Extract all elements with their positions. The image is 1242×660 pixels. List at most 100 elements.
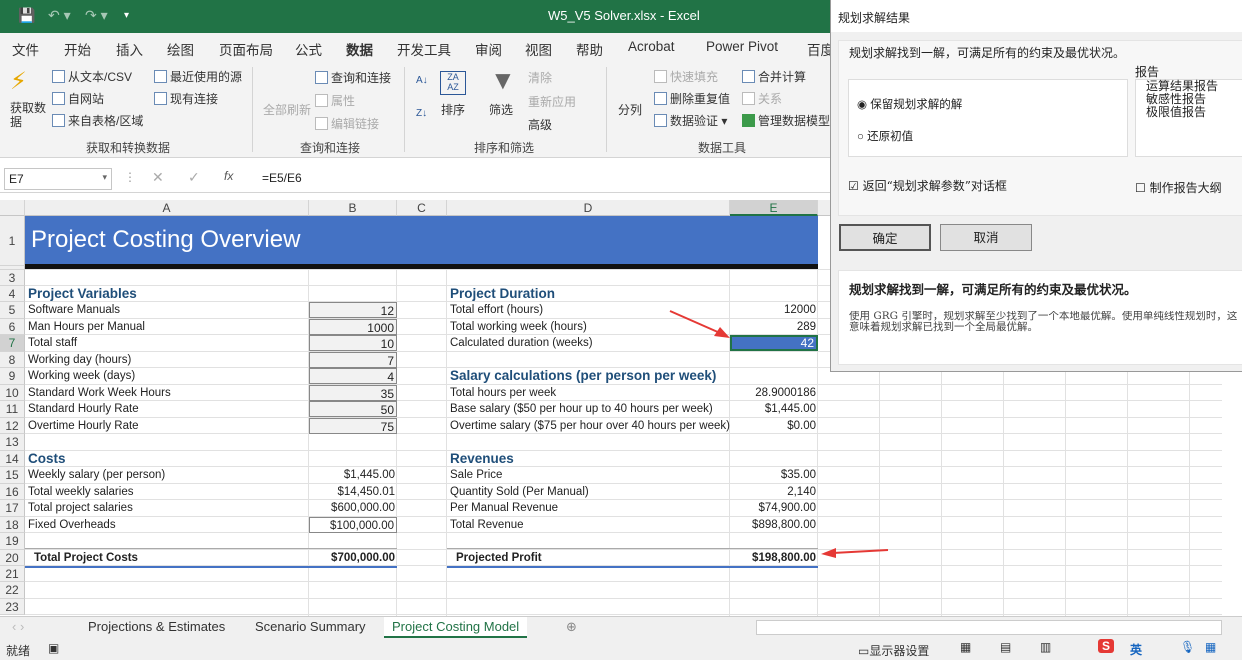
add-sheet-button[interactable]: ⊕ — [566, 619, 577, 635]
reapply-button[interactable]: 重新应用 — [528, 93, 576, 110]
row-header[interactable]: 11 — [0, 401, 25, 418]
menu-tab[interactable]: 绘图 — [167, 39, 194, 59]
row-header[interactable]: 22 — [0, 582, 25, 599]
horizontal-scrollbar[interactable] — [756, 620, 1222, 635]
row-header[interactable]: 3 — [0, 270, 25, 287]
scroll-tabs-left[interactable]: ‹ › — [12, 619, 24, 634]
value-cell[interactable]: 2,140 — [730, 484, 818, 500]
save-icon[interactable]: 💾 — [18, 7, 35, 24]
value-cell[interactable]: 28.9000186 — [730, 385, 818, 401]
row-header[interactable]: 10 — [0, 384, 25, 402]
menu-tab[interactable]: 帮助 — [576, 39, 603, 59]
row-header[interactable]: 4 — [0, 286, 25, 303]
filter-button[interactable]: 筛选 — [489, 101, 513, 118]
sort-button[interactable]: 排序 — [441, 101, 465, 118]
column-header[interactable]: B — [309, 200, 397, 216]
value-cell[interactable]: $100,000.00 — [309, 516, 397, 533]
value-cell[interactable]: 42 — [730, 335, 818, 352]
menu-tab[interactable]: 文件 — [12, 39, 39, 59]
menu-tab[interactable]: 插入 — [116, 39, 143, 59]
restore-values-radio[interactable]: ○ 还原初值 — [857, 128, 913, 144]
value-cell[interactable]: $74,900.00 — [730, 500, 818, 516]
ok-button[interactable]: 确定 — [839, 224, 931, 251]
value-cell[interactable]: 35 — [309, 384, 397, 401]
row-header[interactable]: 18 — [0, 516, 25, 534]
column-header[interactable]: A — [25, 200, 309, 216]
macro-record-icon[interactable]: ▣ — [48, 641, 59, 655]
sheet-tab-active[interactable]: Project Costing Model — [384, 617, 528, 638]
queries-connections-button[interactable]: 查询和连接 — [315, 69, 391, 86]
refresh-all-button[interactable]: 全部刷新 — [263, 101, 311, 118]
data-validation-button[interactable]: 数据验证 ▾ — [654, 112, 727, 129]
value-cell[interactable]: 12000 — [730, 302, 818, 318]
flash-fill-button[interactable]: 快速填充 — [654, 68, 718, 85]
display-settings-button[interactable]: ▭显示器设置 — [858, 642, 929, 659]
row-header[interactable]: 14 — [0, 450, 25, 468]
menu-tab[interactable]: 页面布局 — [219, 39, 273, 59]
row-header[interactable]: 19 — [0, 533, 25, 550]
value-cell[interactable]: $198,800.00 — [730, 550, 818, 566]
column-header[interactable]: D — [447, 200, 730, 216]
customize-toolbar-button[interactable]: ▾ — [124, 10, 129, 21]
edit-links-button[interactable]: 编辑链接 — [315, 115, 379, 132]
row-header[interactable]: 20 — [0, 549, 25, 566]
row-header[interactable]: 5 — [0, 302, 25, 319]
cancel-button[interactable]: 取消 — [940, 224, 1032, 251]
keep-solution-radio[interactable]: ◉ 保留规划求解的解 — [857, 96, 962, 112]
select-all-corner[interactable] — [0, 200, 25, 216]
redo-button[interactable]: ↷ ▾ — [85, 7, 108, 24]
sort-ascending-icon[interactable]: A↓ Z↓ — [416, 75, 428, 119]
sheet-tab[interactable]: Projections & Estimates — [88, 619, 225, 634]
value-cell[interactable]: $0.00 — [730, 418, 818, 434]
value-cell[interactable]: $1,445.00 — [309, 467, 397, 483]
row-header[interactable]: 9 — [0, 368, 25, 385]
row-header[interactable]: 8 — [0, 351, 25, 369]
consolidate-button[interactable]: 合并计算 — [742, 68, 806, 85]
value-cell[interactable]: $35.00 — [730, 467, 818, 483]
manage-data-model-button[interactable]: 管理数据模型 — [742, 112, 830, 129]
row-header[interactable]: 7 — [0, 335, 25, 352]
row-header[interactable]: 16 — [0, 483, 25, 501]
enter-icon[interactable]: ✓ — [188, 169, 200, 186]
page-break-icon[interactable]: ▥ — [1040, 640, 1051, 654]
menu-tab[interactable]: 视图 — [525, 39, 552, 59]
get-data-button[interactable]: 获取数据 — [10, 101, 46, 129]
from-web-button[interactable]: 自网站 — [52, 90, 104, 107]
column-header[interactable]: C — [397, 200, 447, 216]
sheet-tab[interactable]: Scenario Summary — [255, 619, 366, 634]
clear-filter-button[interactable]: 清除 — [528, 69, 552, 86]
cancel-icon[interactable]: ✕ — [152, 169, 164, 186]
row-header[interactable]: 1 — [0, 216, 25, 266]
row-header[interactable]: 21 — [0, 565, 25, 583]
properties-button[interactable]: 属性 — [315, 92, 355, 109]
keyboard-icon[interactable]: ▦ — [1205, 640, 1216, 654]
relationships-button[interactable]: 关系 — [742, 90, 782, 107]
value-cell[interactable]: $898,800.00 — [730, 517, 818, 533]
row-header[interactable]: 23 — [0, 598, 25, 616]
row-header[interactable]: 17 — [0, 500, 25, 517]
ime-language[interactable]: 英 — [1130, 641, 1142, 658]
value-cell[interactable]: 7 — [309, 351, 397, 368]
menu-tab[interactable]: Power Pivot — [706, 39, 778, 54]
undo-button[interactable]: ↶ ▾ — [48, 7, 71, 24]
value-cell[interactable]: 289 — [730, 319, 818, 335]
page-layout-icon[interactable]: ▤ — [1000, 640, 1011, 654]
text-to-columns-button[interactable]: 分列 — [618, 101, 642, 118]
menu-tab[interactable]: Acrobat — [628, 39, 675, 54]
column-header[interactable]: E — [730, 200, 818, 216]
value-cell[interactable]: 4 — [309, 368, 397, 385]
formula-input[interactable]: =E5/E6 — [262, 171, 302, 185]
normal-view-icon[interactable]: ▦ — [960, 640, 971, 654]
value-cell[interactable]: $700,000.00 — [309, 550, 397, 566]
menu-tab[interactable]: 开发工具 — [397, 39, 451, 59]
row-header[interactable]: 12 — [0, 417, 25, 435]
report-item[interactable]: 极限值报告 — [1146, 106, 1236, 119]
outline-reports-checkbox[interactable]: ☐ 制作报告大纲 — [1135, 179, 1222, 196]
existing-connections-button[interactable]: 现有连接 — [154, 90, 218, 107]
remove-duplicates-button[interactable]: 删除重复值 — [654, 90, 730, 107]
from-text-button[interactable]: 从文本/CSV — [52, 68, 132, 85]
microphone-icon[interactable]: 🎙 — [1180, 640, 1195, 654]
from-table-button[interactable]: 来自表格/区域 — [52, 112, 143, 129]
name-box[interactable]: E7 ▾ — [4, 168, 112, 190]
row-header[interactable]: 15 — [0, 467, 25, 484]
